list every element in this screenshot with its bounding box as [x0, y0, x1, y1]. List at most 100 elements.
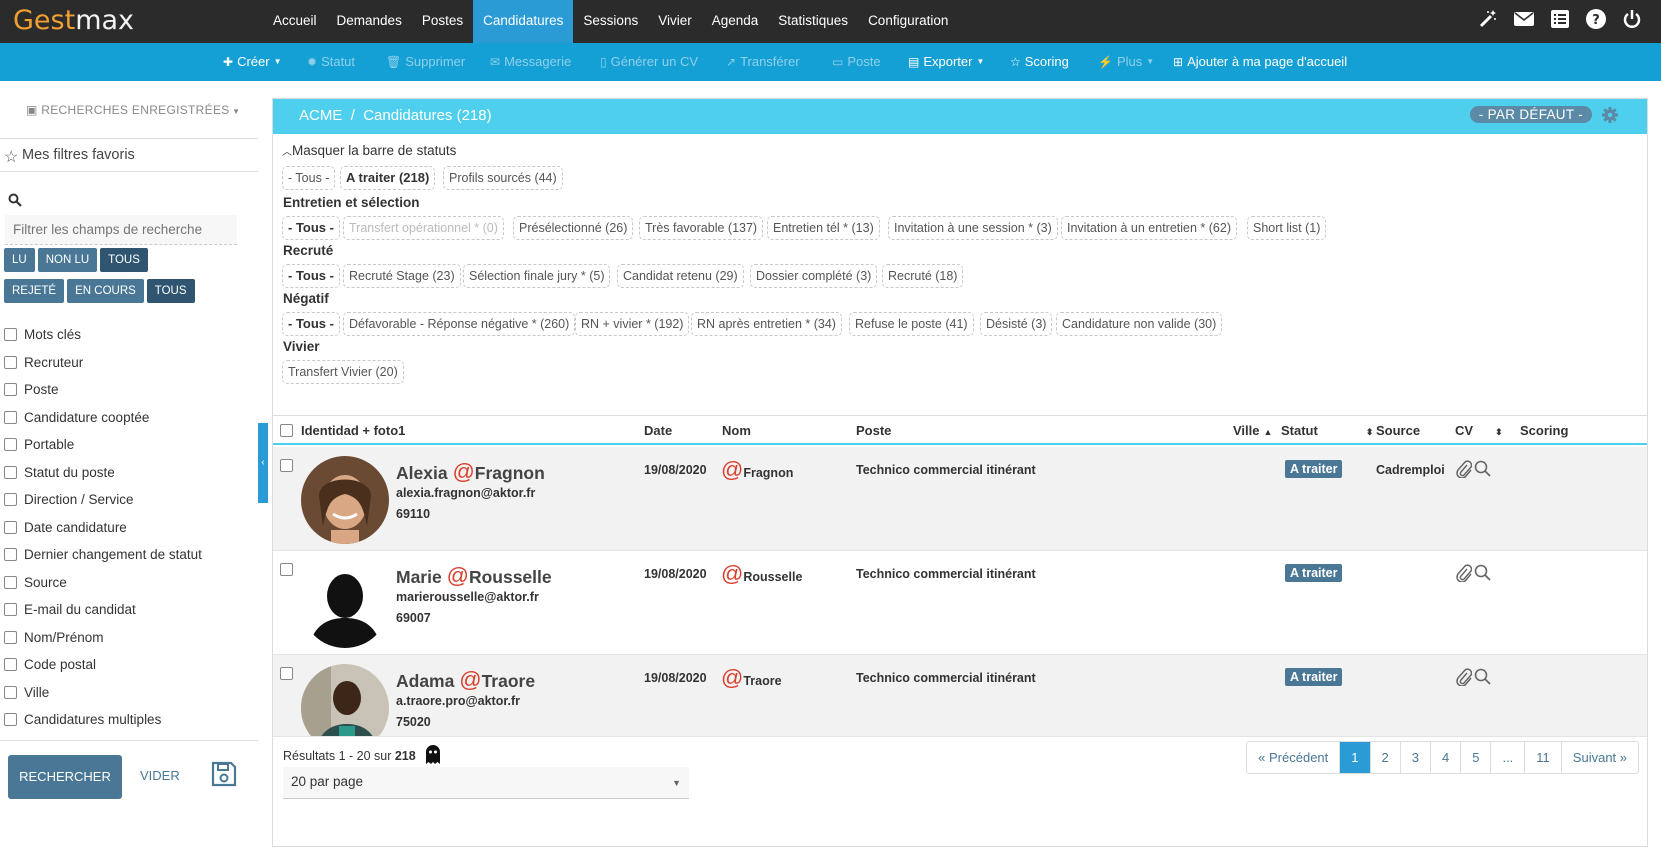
poste-cell[interactable]: Technico commercial itinérant: [856, 463, 1036, 477]
paperclip-icon[interactable]: [1456, 668, 1473, 689]
row-checkbox[interactable]: [280, 667, 293, 680]
page-button[interactable]: 4: [1429, 742, 1460, 773]
plus-button[interactable]: ⚡ Plus ▼: [1098, 54, 1154, 69]
status-pill[interactable]: Transfert opérationnel * (0): [343, 216, 504, 240]
status-badge[interactable]: A traiter: [1285, 460, 1343, 478]
page-button[interactable]: 2: [1369, 742, 1400, 773]
filter-item[interactable]: E-mail du candidat: [4, 596, 202, 624]
candidate-photo[interactable]: [301, 456, 389, 544]
filter-item[interactable]: Ville: [4, 679, 202, 707]
all-state-button[interactable]: TOUS: [146, 279, 195, 303]
column-cv[interactable]: CV ⬍: [1455, 423, 1503, 438]
checkbox[interactable]: [4, 603, 17, 617]
table-row[interactable]: Marie @Rousselle marierousselle@aktor.fr…: [273, 551, 1647, 655]
gear-icon[interactable]: [1601, 106, 1619, 127]
next-page-button[interactable]: Suivant »: [1560, 742, 1638, 773]
candidate-name[interactable]: Adama @Traore: [396, 667, 535, 693]
paperclip-icon[interactable]: [1456, 564, 1473, 585]
status-button[interactable]: ✹ Statut: [307, 54, 355, 69]
status-pill[interactable]: Recruté Stage (23): [343, 264, 461, 288]
candidate-email[interactable]: alexia.fragnon@aktor.fr: [396, 486, 535, 500]
checkbox[interactable]: [4, 465, 17, 479]
status-badge[interactable]: A traiter: [1285, 564, 1343, 582]
list-icon[interactable]: [1549, 8, 1571, 30]
checkbox[interactable]: [4, 548, 17, 562]
status-pill[interactable]: Entretien tél * (13): [767, 216, 880, 240]
poste-cell[interactable]: Technico commercial itinérant: [856, 567, 1036, 581]
status-pill[interactable]: - Tous -: [282, 166, 336, 190]
rejected-button[interactable]: REJETÉ: [4, 279, 65, 303]
poste-cell[interactable]: Technico commercial itinérant: [856, 671, 1036, 685]
search-button[interactable]: RECHERCHER: [8, 755, 122, 799]
candidate-name[interactable]: Alexia @Fragnon: [396, 459, 545, 485]
row-checkbox[interactable]: [280, 563, 293, 576]
column-scoring[interactable]: Scoring: [1520, 423, 1568, 438]
column-statut[interactable]: Statut ⬍: [1281, 423, 1373, 438]
checkbox[interactable]: [4, 328, 17, 342]
status-pill[interactable]: - Tous -: [282, 264, 340, 288]
candidate-email[interactable]: a.traore.pro@aktor.fr: [396, 694, 520, 708]
gestmax-logo[interactable]: Gestmax: [13, 4, 134, 38]
breadcrumb-company[interactable]: ACME: [299, 107, 342, 124]
export-button[interactable]: ▤ Exporter ▼: [908, 54, 984, 69]
status-pill[interactable]: Recruté (18): [882, 264, 964, 288]
table-row[interactable]: Adama @Traore a.traore.pro@aktor.fr 7502…: [273, 655, 1647, 737]
checkbox[interactable]: [4, 658, 17, 672]
create-button[interactable]: ✚ Créer ▼: [223, 54, 282, 69]
status-pill[interactable]: Profils sourcés (44): [443, 166, 563, 190]
mail-icon[interactable]: [1513, 8, 1535, 30]
column-poste[interactable]: Poste: [856, 423, 891, 438]
filter-fields-input[interactable]: [5, 215, 237, 245]
delete-button[interactable]: 🗑 Supprimer: [386, 54, 465, 69]
status-pill[interactable]: Candidature non valide (30): [1056, 312, 1223, 336]
filter-item[interactable]: Statut du poste: [4, 459, 202, 487]
column-date[interactable]: Date: [644, 423, 672, 438]
nav-demandes[interactable]: Demandes: [327, 0, 412, 43]
page-button[interactable]: 1: [1339, 742, 1370, 773]
read-button[interactable]: LU: [4, 248, 35, 272]
nom-cell[interactable]: @Rousselle: [721, 561, 802, 587]
status-pill[interactable]: Désisté (3): [980, 312, 1053, 336]
nav-postes[interactable]: Postes: [412, 0, 473, 43]
status-pill[interactable]: Transfert Vivier (20): [282, 360, 404, 384]
magnifier-icon[interactable]: [1474, 564, 1491, 585]
nav-configuration[interactable]: Configuration: [858, 0, 958, 43]
unread-button[interactable]: NON LU: [37, 248, 98, 272]
status-pill[interactable]: Refuse le poste (41): [849, 312, 974, 336]
nav-sessions[interactable]: Sessions: [573, 0, 648, 43]
scoring-button[interactable]: ☆ Scoring: [1010, 54, 1069, 69]
checkbox[interactable]: [4, 438, 17, 452]
poste-button[interactable]: ▭ Poste: [832, 54, 881, 69]
column-nom[interactable]: Nom: [722, 423, 751, 438]
status-pill[interactable]: Short list (1): [1247, 216, 1327, 240]
nav-vivier[interactable]: Vivier: [648, 0, 702, 43]
add-to-home-button[interactable]: ⊞ Ajouter à ma page d'accueil: [1173, 54, 1347, 69]
candidate-name[interactable]: Marie @Rousselle: [396, 563, 552, 589]
table-row[interactable]: Alexia @Fragnon alexia.fragnon@aktor.fr …: [273, 447, 1647, 551]
candidate-email[interactable]: marierousselle@aktor.fr: [396, 590, 539, 604]
status-pill[interactable]: Défavorable - Réponse négative * (260): [343, 312, 576, 336]
status-pill[interactable]: RN + vivier * (192): [575, 312, 690, 336]
status-badge[interactable]: A traiter: [1285, 668, 1343, 686]
status-pill[interactable]: A traiter (218): [340, 166, 436, 190]
checkbox[interactable]: [4, 520, 17, 534]
checkbox[interactable]: [4, 575, 17, 589]
column-identidad[interactable]: Identidad + foto1: [301, 423, 405, 438]
page-button[interactable]: 11: [1524, 742, 1561, 773]
filter-item[interactable]: Nom/Prénom: [4, 624, 202, 652]
filter-item[interactable]: Candidature cooptée: [4, 404, 202, 432]
status-pill[interactable]: Invitation à un entretien * (62): [1061, 216, 1237, 240]
select-all-checkbox[interactable]: [280, 424, 293, 437]
nav-accueil[interactable]: Accueil: [263, 0, 327, 43]
sidebar-collapse-handle[interactable]: ‹: [258, 423, 268, 503]
status-pill[interactable]: - Tous -: [282, 216, 340, 240]
filter-item[interactable]: Candidatures multiples: [4, 706, 202, 734]
all-read-button[interactable]: TOUS: [100, 248, 148, 272]
status-pill[interactable]: Présélectionné (26): [513, 216, 634, 240]
column-source[interactable]: Source: [1376, 423, 1420, 438]
candidate-photo[interactable]: [301, 664, 389, 736]
filter-item[interactable]: Poste: [4, 376, 202, 404]
status-pill[interactable]: Dossier complété (3): [750, 264, 878, 288]
messaging-button[interactable]: ✉ Messagerie: [490, 54, 571, 69]
filter-item[interactable]: Dernier changement de statut: [4, 541, 202, 569]
